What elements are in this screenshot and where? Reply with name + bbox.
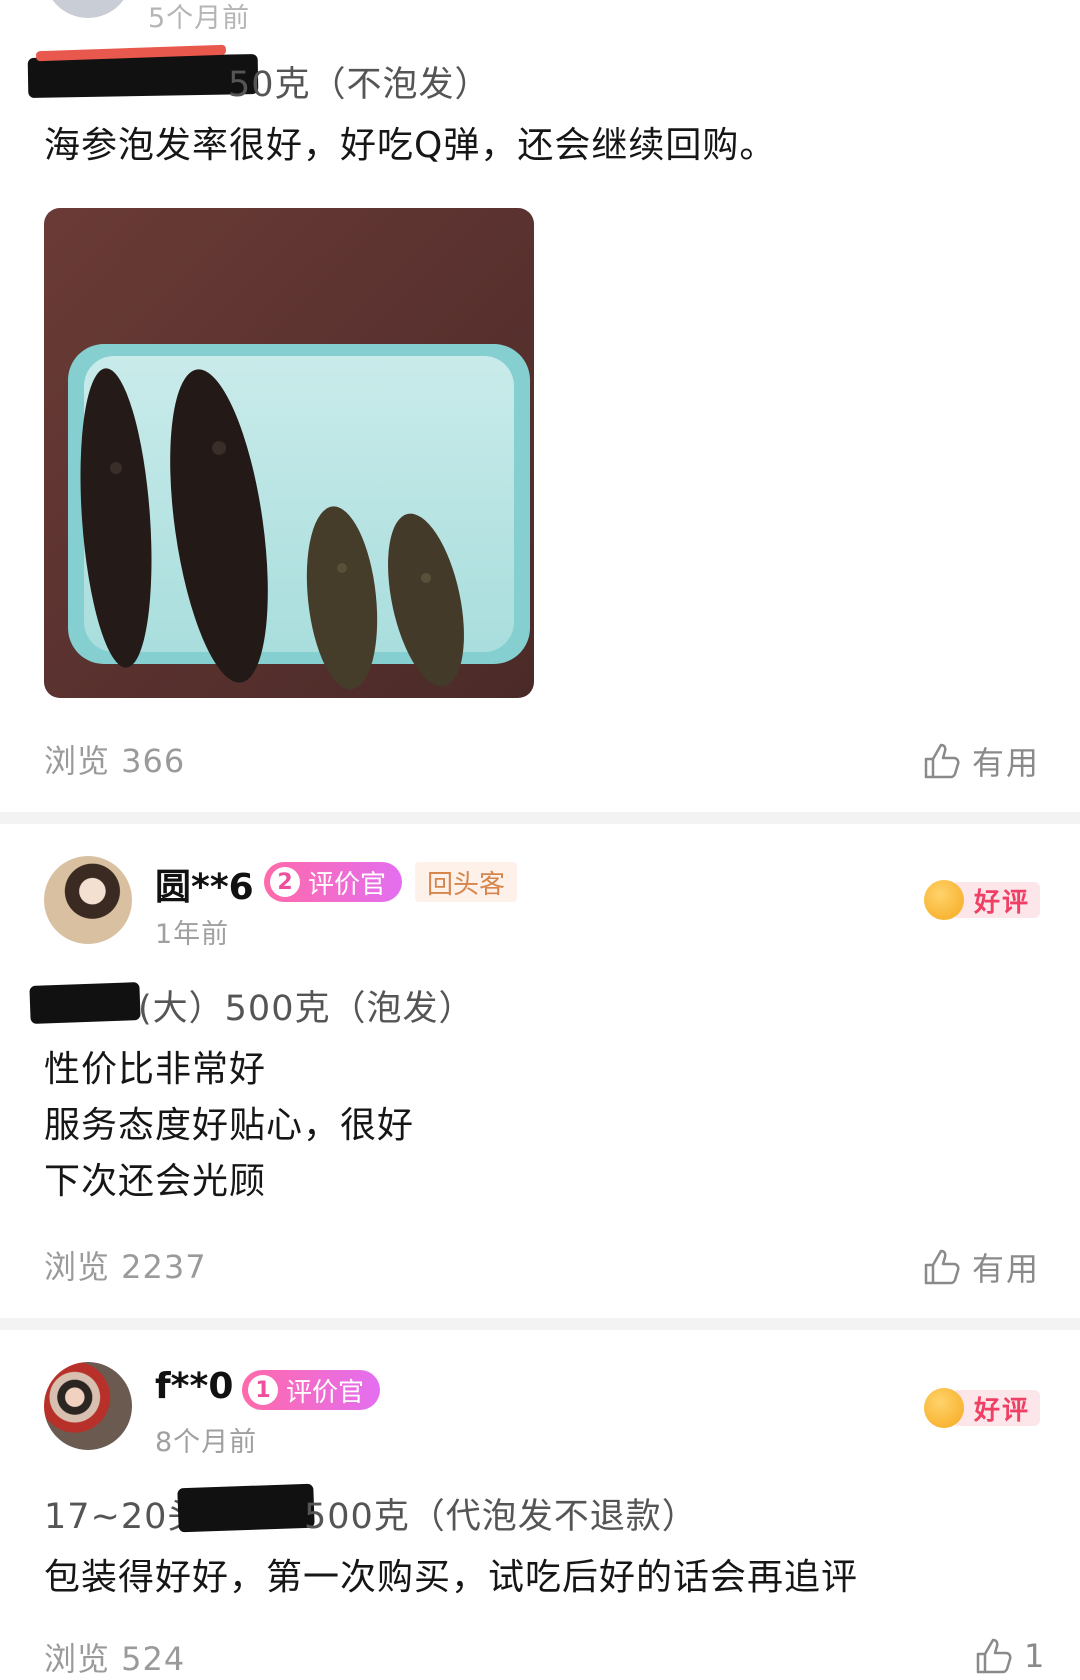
avatar[interactable] xyxy=(44,856,132,944)
review-content: 包装得好好，第一次购买，试吃后好的话会再追评 xyxy=(44,1557,859,1598)
rating-label: 好评 xyxy=(956,882,1041,918)
badge-label: 评价官 xyxy=(308,869,387,900)
badge-label: 评价官 xyxy=(286,1377,365,1408)
useful-count: 1 xyxy=(1024,1637,1047,1675)
badge-level: 2 xyxy=(270,867,300,897)
product-spec: 50克（不泡发） xyxy=(228,65,491,105)
rating-label: 好评 xyxy=(956,1390,1041,1426)
review-content-line: 下次还会光顾 xyxy=(44,1161,267,1202)
useful-button[interactable]: 1 xyxy=(974,1636,1046,1676)
useful-label: 有用 xyxy=(972,1250,1041,1288)
useful-label: 有用 xyxy=(972,744,1041,782)
section-divider xyxy=(0,812,1080,824)
username[interactable]: f**0 xyxy=(155,1366,233,1407)
reviewer-badge[interactable]: 2 评价官 xyxy=(264,862,403,902)
username[interactable]: 圆**6 xyxy=(155,858,254,910)
product-spec-suffix: 500克（代泡发不退款） xyxy=(304,1497,698,1537)
view-count: 浏览 366 xyxy=(44,742,186,780)
avatar[interactable] xyxy=(44,1362,132,1450)
review-content-line: 服务态度好贴心，很好 xyxy=(44,1105,415,1146)
return-customer-badge: 回头客 xyxy=(415,862,518,902)
redacted-spec xyxy=(177,1483,315,1533)
review-content-line: 性价比非常好 xyxy=(44,1049,267,1090)
avatar[interactable] xyxy=(44,0,132,18)
smile-face-icon xyxy=(924,880,964,920)
view-count: 浏览 524 xyxy=(44,1640,186,1678)
review-photo[interactable] xyxy=(44,208,534,698)
review-time: 5个月前 xyxy=(148,3,251,34)
rating-badge: 好评 xyxy=(924,1388,1041,1428)
reviewer-badge[interactable]: 1 评价官 xyxy=(242,1370,381,1410)
review-time: 1年前 xyxy=(155,919,230,950)
badge-level: 1 xyxy=(248,1375,278,1405)
redacted-spec xyxy=(27,53,259,99)
review-content: 海参泡发率很好，好吃Q弹，还会继续回购。 xyxy=(44,125,777,166)
section-divider xyxy=(0,1318,1080,1330)
review-time: 8个月前 xyxy=(155,1427,258,1458)
thumbs-up-icon xyxy=(924,743,960,779)
product-spec: (大）500克（泡发） xyxy=(138,989,475,1029)
redacted-spec xyxy=(29,982,141,1024)
thumbs-up-icon xyxy=(924,1249,960,1285)
useful-button[interactable]: 有用 xyxy=(922,1244,1040,1290)
thumbs-up-icon xyxy=(976,1638,1012,1674)
useful-button[interactable]: 有用 xyxy=(922,738,1040,784)
view-count: 浏览 2237 xyxy=(44,1248,207,1286)
smile-face-icon xyxy=(924,1388,964,1428)
rating-badge: 好评 xyxy=(924,880,1041,920)
sea-cucumber-photo xyxy=(44,208,534,698)
